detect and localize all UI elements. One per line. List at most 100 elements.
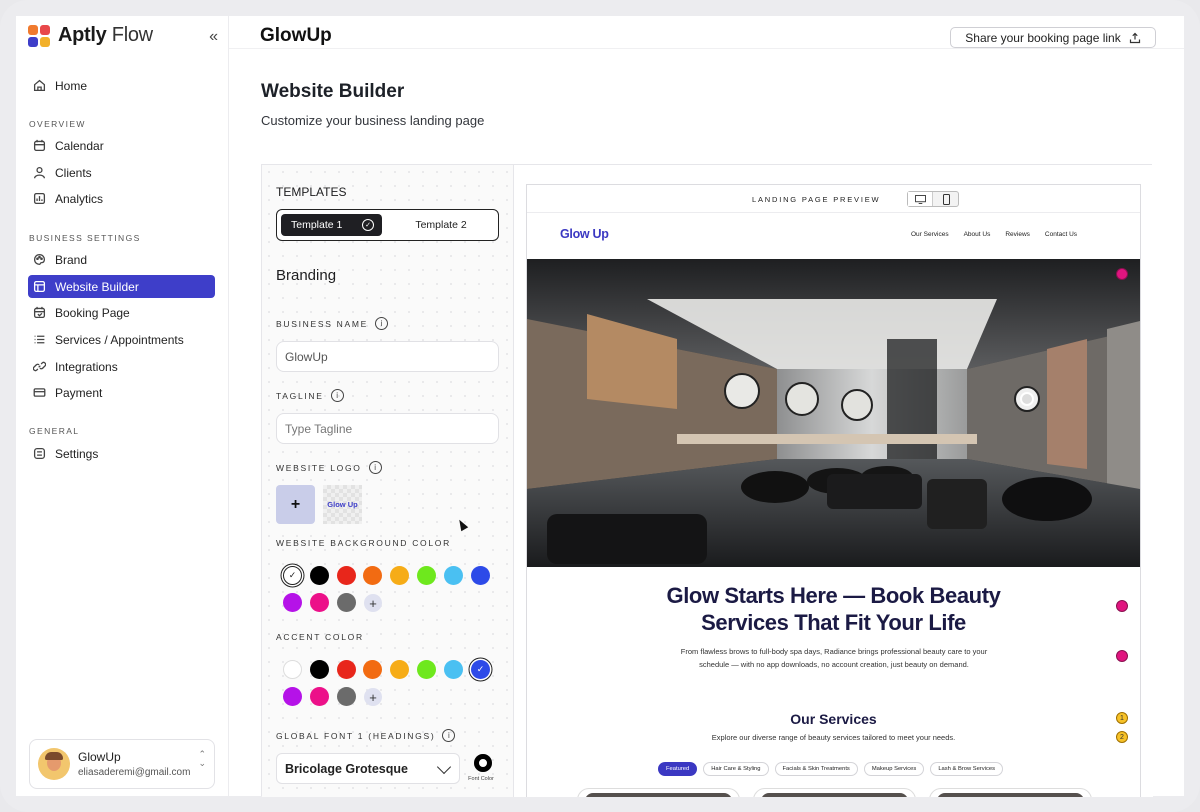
service-card[interactable] bbox=[577, 788, 740, 797]
site-nav-link[interactable]: Reviews bbox=[1005, 231, 1030, 238]
font-color-picker[interactable]: Font Color bbox=[468, 754, 495, 782]
layout-icon bbox=[33, 280, 46, 293]
link-icon bbox=[33, 361, 46, 372]
sidebar-item-home[interactable]: Home bbox=[28, 74, 215, 97]
user-icon bbox=[33, 166, 46, 179]
swatch-white-selected[interactable]: ✓ bbox=[283, 566, 302, 585]
add-logo-button[interactable]: + bbox=[276, 485, 315, 524]
swatch-orange[interactable] bbox=[363, 660, 382, 679]
sidebar: Aptly Flow « Home OVERVIEW Calendar Clie… bbox=[16, 16, 229, 796]
settings-panel[interactable]: TEMPLATES Template 1 ✓ Template 2 Brandi… bbox=[262, 165, 514, 797]
swatch-green[interactable] bbox=[417, 660, 436, 679]
font-color-label: Font Color bbox=[468, 776, 494, 782]
service-card[interactable] bbox=[929, 788, 1092, 797]
site-nav-link[interactable]: Our Services bbox=[911, 231, 949, 238]
desktop-icon bbox=[914, 194, 926, 204]
site-description: From flawless brows to full-body spa day… bbox=[680, 647, 988, 669]
swatch-pink[interactable] bbox=[310, 687, 329, 706]
swatch-purple[interactable] bbox=[283, 593, 302, 612]
swatch-amber[interactable] bbox=[390, 660, 409, 679]
tab-featured[interactable]: Featured bbox=[658, 762, 698, 776]
sidebar-item-booking-page[interactable]: Booking Page bbox=[28, 301, 215, 324]
business-name-input[interactable]: GlowUp bbox=[276, 341, 499, 372]
add-color-button[interactable]: + bbox=[364, 594, 382, 612]
salon-interior-illustration bbox=[527, 259, 1140, 567]
tagline-input[interactable]: Type Tagline bbox=[276, 413, 499, 444]
swatch-gray[interactable] bbox=[337, 687, 356, 706]
sidebar-item-label: Clients bbox=[55, 165, 92, 180]
templates-heading: TEMPLATES bbox=[276, 185, 347, 199]
sidebar-item-services[interactable]: Services / Appointments bbox=[28, 328, 215, 351]
swatch-sky[interactable] bbox=[444, 660, 463, 679]
section-overview: OVERVIEW bbox=[29, 119, 86, 129]
tab-makeup[interactable]: Makeup Services bbox=[863, 762, 925, 776]
info-icon[interactable]: i bbox=[368, 461, 382, 474]
site-logo[interactable]: Glow Up bbox=[560, 227, 609, 241]
tab-hair-care[interactable]: Hair Care & Styling bbox=[703, 762, 769, 776]
info-icon[interactable]: i bbox=[442, 729, 456, 742]
top-bar: GlowUp Share your booking page link bbox=[229, 16, 1184, 49]
sidebar-item-brand[interactable]: Brand bbox=[28, 248, 215, 271]
template-1-option[interactable]: Template 1 ✓ bbox=[281, 214, 382, 236]
check-circle-icon: ✓ bbox=[362, 219, 374, 231]
desktop-view-button[interactable] bbox=[908, 192, 933, 206]
sidebar-item-label: Settings bbox=[55, 446, 99, 461]
site-nav-link[interactable]: About Us bbox=[964, 231, 991, 238]
preview-area: LANDING PAGE PREVIEW Glow Up Our Service… bbox=[514, 165, 1153, 797]
edit-hotspot-icon[interactable] bbox=[1116, 650, 1128, 662]
swatch-white[interactable] bbox=[283, 660, 302, 679]
add-color-button[interactable]: + bbox=[364, 688, 382, 706]
sidebar-item-clients[interactable]: Clients bbox=[28, 161, 215, 184]
booking-icon bbox=[33, 306, 46, 319]
section-general: GENERAL bbox=[29, 426, 80, 436]
swatch-pink[interactable] bbox=[310, 593, 329, 612]
template-switcher: Template 1 ✓ Template 2 bbox=[276, 209, 499, 241]
sidebar-item-payment[interactable]: Payment bbox=[28, 381, 215, 404]
info-icon[interactable]: i bbox=[330, 389, 344, 402]
service-category-tabs: Featured Hair Care & Styling Facials & S… bbox=[658, 762, 1004, 776]
business-title: GlowUp bbox=[260, 25, 332, 46]
tab-facials[interactable]: Facials & Skin Treatments bbox=[774, 762, 858, 776]
swatch-black[interactable] bbox=[310, 660, 329, 679]
sidebar-item-analytics[interactable]: Analytics bbox=[28, 187, 215, 210]
heading-font-select[interactable]: Bricolage Grotesque bbox=[276, 753, 460, 784]
sidebar-item-integrations[interactable]: Integrations bbox=[28, 355, 215, 378]
swatch-amber[interactable] bbox=[390, 566, 409, 585]
edit-hotspot-icon[interactable] bbox=[1116, 268, 1128, 280]
swatch-red[interactable] bbox=[337, 660, 356, 679]
swatch-orange[interactable] bbox=[363, 566, 382, 585]
site-nav-link[interactable]: Contact Us bbox=[1045, 231, 1077, 238]
app-logo[interactable]: Aptly Flow bbox=[28, 24, 153, 47]
list-icon bbox=[34, 335, 45, 344]
swatch-blue-selected[interactable]: ✓ bbox=[471, 660, 490, 679]
template-2-option[interactable]: Template 2 bbox=[389, 214, 493, 236]
logo-thumbnail[interactable]: Glow Up bbox=[323, 485, 362, 524]
heading-font-value: Bricolage Grotesque bbox=[285, 761, 408, 776]
swatch-black[interactable] bbox=[310, 566, 329, 585]
info-icon[interactable]: i bbox=[375, 317, 389, 330]
tab-lash-brow[interactable]: Lash & Brow Services bbox=[930, 762, 1004, 776]
service-card[interactable] bbox=[753, 788, 916, 797]
heading-font-label: GLOBAL FONT 1 (HEADINGS) i bbox=[276, 729, 456, 742]
swatch-green[interactable] bbox=[417, 566, 436, 585]
palette-icon bbox=[33, 253, 46, 266]
sidebar-item-website-builder[interactable]: Website Builder bbox=[28, 275, 215, 298]
swatch-gray[interactable] bbox=[337, 593, 356, 612]
collapse-sidebar-icon[interactable]: « bbox=[209, 28, 218, 46]
share-button-label: Share your booking page link bbox=[965, 30, 1121, 45]
page-title: Website Builder bbox=[261, 81, 405, 102]
swatch-red[interactable] bbox=[337, 566, 356, 585]
swatch-blue[interactable] bbox=[471, 566, 490, 585]
swatch-sky[interactable] bbox=[444, 566, 463, 585]
share-booking-link-button[interactable]: Share your booking page link bbox=[950, 27, 1156, 48]
swatch-purple[interactable] bbox=[283, 687, 302, 706]
sidebar-item-calendar[interactable]: Calendar bbox=[28, 134, 215, 157]
sidebar-item-settings[interactable]: Settings bbox=[28, 442, 215, 465]
sidebar-item-label: Integrations bbox=[55, 359, 118, 374]
calendar-icon bbox=[33, 139, 46, 152]
analytics-icon bbox=[33, 192, 46, 205]
mobile-view-button[interactable] bbox=[934, 192, 959, 206]
website-builder-workspace: TEMPLATES Template 1 ✓ Template 2 Brandi… bbox=[261, 164, 1153, 797]
account-switcher[interactable]: GlowUp eliasaderemi@gmail.com ⌃ ⌄ bbox=[29, 739, 215, 789]
user-email: eliasaderemi@gmail.com bbox=[78, 767, 191, 778]
